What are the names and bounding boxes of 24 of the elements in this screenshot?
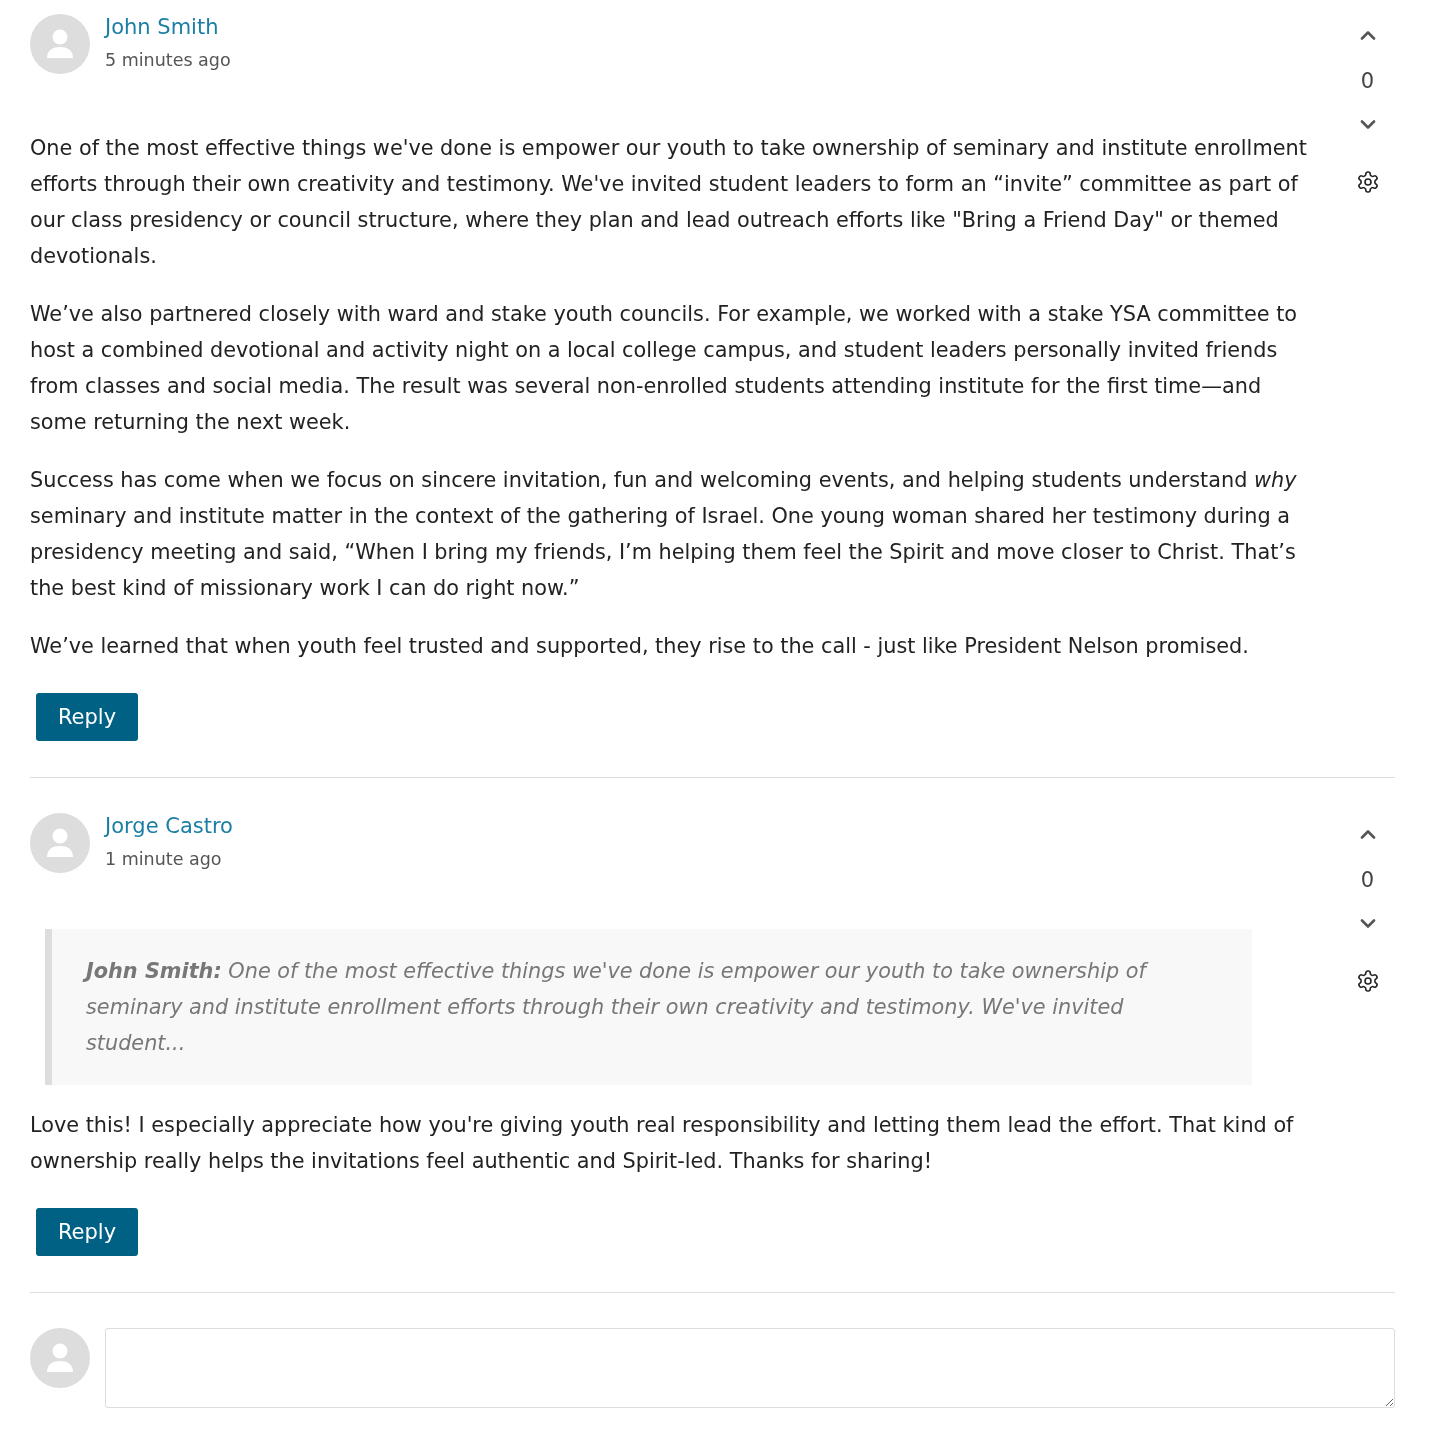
chevron-up-icon[interactable]: [1359, 30, 1376, 40]
comment-paragraph: We’ve also partnered closely with ward and stake youth councils. For example, we worked with a stake YSA committee to host a combined devotional and activity night on a local college campus, and student leaders personally invited friends from classes and social media. The result was several non-enrolled students attending institute for the first time—and some returning the next week.: [30, 301, 1299, 436]
comment-paragraph: One of the most effective things we've done is empower our youth to take ownership of seminary and institute enrollment efforts through their own creativity and testimony. We've invited student leaders to form an “invite” committee as part of our class presidency or council structure, where they plan and lead outreach efforts like "Bring a Friend Day" or themed devotionals.: [30, 135, 1308, 270]
reply-button[interactable]: Reply: [36, 1208, 138, 1256]
comment-field[interactable]: [105, 1328, 1395, 1408]
vote-count: 0: [1360, 68, 1375, 94]
chevron-down-icon[interactable]: [1359, 919, 1376, 929]
author-name-link[interactable]: Jorge Castro: [105, 813, 233, 839]
comment-time: 5 minutes ago: [105, 49, 231, 71]
comment-paragraph: Success has come when we focus on sincere invitation, fun and welcoming events, and helping students understand why seminary and institute matter in the context of the gathering of Israel. One young woman shared her testimony during a presidency meeting and said, “When I bring my friends, I’m helping them feel the Spirit and move closer to Christ. That’s the best kind of missionary work I can do right now.”: [30, 467, 1298, 602]
author-name-link[interactable]: John Smith: [105, 14, 219, 40]
comment-time: 1 minute ago: [105, 848, 222, 870]
chevron-down-icon[interactable]: [1359, 120, 1376, 130]
comment-paragraph: We’ve learned that when youth feel trusted and supported, they rise to the call - just like President Nelson promised.: [30, 633, 1250, 660]
settings-icon[interactable]: [1356, 970, 1379, 992]
avatar-icon: [30, 14, 90, 74]
settings-icon[interactable]: [1356, 171, 1379, 193]
avatar-icon: [30, 813, 90, 873]
chevron-up-icon[interactable]: [1359, 829, 1376, 839]
avatar-icon: [30, 1328, 90, 1388]
comment-paragraph: Love this! I especially appreciate how you're giving youth real responsibility and letting them lead the effort. That kind of ownership really helps the invitations feel authentic and Spirit-led. Thanks for sharing!: [30, 1112, 1295, 1175]
vote-count: 0: [1360, 867, 1375, 893]
reply-button[interactable]: Reply: [36, 693, 138, 741]
quoted-comment: John Smith: One of the most effective things we've done is empower our youth to take ownership of seminary and institute enrollment efforts through their own creativity and testimony. We've invited student...: [45, 929, 1252, 1085]
